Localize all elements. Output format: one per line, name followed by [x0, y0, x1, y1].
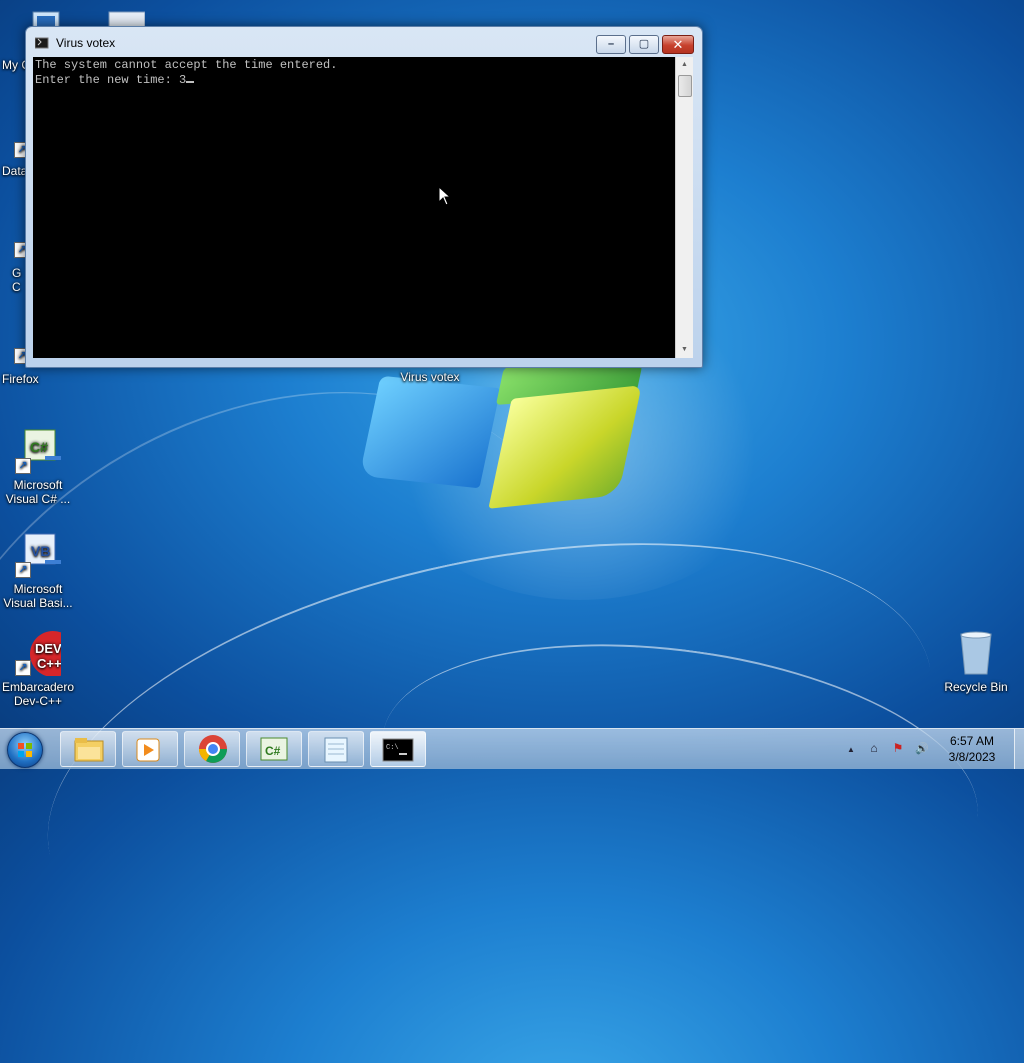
dev-cpp-icon: DEV C++ ↗	[15, 630, 76, 677]
visual-csharp-icon: C# ↗	[15, 428, 61, 474]
taskbar-notepad-button[interactable]	[308, 731, 364, 767]
clock-date: 3/8/2023	[948, 750, 996, 764]
console-window[interactable]: Virus votex – ▢ ✕ The system cannot acce…	[25, 26, 703, 368]
chevron-up-icon: ▲	[847, 745, 855, 754]
taskbar-media-player-button[interactable]	[122, 731, 178, 767]
recycle-bin-icon	[953, 630, 999, 676]
console-output[interactable]: The system cannot accept the time entere…	[33, 57, 675, 358]
show-desktop-button[interactable]	[1014, 729, 1024, 769]
desktop-icon-visual-basic[interactable]: VB ↗ Microsoft Visual Basi...	[0, 532, 76, 610]
desktop-icon-label: Firefox	[2, 372, 39, 386]
volume-icon[interactable]: 🔊	[914, 741, 930, 757]
network-glyph: ⌂	[870, 741, 878, 755]
scroll-up-icon: ▲	[681, 61, 688, 68]
window-title: Virus votex	[56, 36, 116, 50]
vertical-scrollbar[interactable]: ▲ ▼	[675, 57, 693, 358]
start-button[interactable]	[5, 731, 45, 768]
windows-start-icon	[7, 732, 43, 768]
console-input[interactable]: 3	[179, 73, 186, 87]
taskbar-visual-csharp-button[interactable]: C#	[246, 731, 302, 767]
svg-text:C#: C#	[265, 744, 281, 758]
windows-logo	[359, 357, 650, 532]
text-cursor	[186, 71, 195, 83]
minimize-button[interactable]: –	[596, 35, 626, 54]
flag-glyph: ⚑	[892, 741, 904, 755]
desktop-icon-label: Virus votex	[400, 370, 460, 384]
network-icon[interactable]: ⌂	[866, 741, 882, 757]
maximize-button[interactable]: ▢	[629, 35, 659, 54]
clock-time: 6:57 AM	[949, 734, 995, 748]
notepad-icon	[324, 737, 348, 763]
console-prompt: Enter the new time:	[35, 73, 180, 87]
speaker-glyph: 🔊	[915, 743, 929, 755]
svg-text:C#: C#	[30, 439, 48, 455]
taskbar-chrome-button[interactable]	[184, 731, 240, 767]
close-icon: ✕	[672, 37, 684, 52]
show-hidden-icons-button[interactable]: ▲	[843, 741, 859, 757]
desktop-icon-visual-csharp[interactable]: C# ↗ Microsoft Visual C# ...	[0, 428, 76, 506]
desktop-icon-label: Microsoft Visual C# ...	[5, 478, 71, 506]
desktop-icon-label: Microsoft Visual Basi...	[3, 582, 73, 610]
close-button[interactable]: ✕	[662, 35, 694, 54]
scroll-up-button[interactable]: ▲	[676, 57, 693, 73]
mouse-pointer-icon	[438, 185, 452, 206]
desktop-icon-label: Recycle Bin	[944, 680, 1008, 694]
desktop-icon-recycle-bin[interactable]: Recycle Bin	[938, 630, 1014, 694]
desktop-icon-label: Data	[2, 164, 28, 178]
desktop-icon-dev-cpp[interactable]: DEV C++ ↗ Embarcadero Dev-C++	[0, 630, 76, 708]
windows-explorer-icon	[74, 738, 104, 762]
command-prompt-icon: C:\	[382, 738, 414, 762]
svg-text:VB: VB	[31, 543, 50, 559]
svg-text:C++: C++	[37, 656, 61, 671]
desktop-icon-label: Embarcadero Dev-C++	[1, 680, 75, 708]
media-player-icon	[136, 738, 160, 762]
taskbar: C# C:\ ▲ ⌂ ⚑ 🔊 6:57 AM 3/8/2023	[0, 728, 1024, 769]
visual-csharp-icon: C#	[260, 737, 288, 761]
desktop-icon-virus-votex[interactable]: Virus votex	[390, 370, 470, 384]
taskbar-command-prompt-button[interactable]: C:\	[370, 731, 426, 767]
console-prompt-line: Enter the new time: 3	[35, 71, 673, 86]
system-clock[interactable]: 6:57 AM 3/8/2023	[930, 733, 1014, 765]
action-center-icon[interactable]: ⚑	[890, 741, 906, 757]
scroll-down-icon: ▼	[681, 346, 688, 353]
app-icon	[34, 36, 50, 49]
minimize-icon: –	[607, 38, 615, 50]
desktop-icon-label: G C	[12, 266, 22, 294]
console-line: The system cannot accept the time entere…	[35, 58, 338, 72]
maximize-icon: ▢	[638, 38, 650, 50]
visual-basic-icon: VB ↗	[15, 532, 61, 578]
window-titlebar[interactable]: Virus votex – ▢ ✕	[26, 27, 702, 57]
taskbar-explorer-button[interactable]	[60, 731, 116, 767]
scrollbar-thumb[interactable]	[678, 75, 692, 97]
svg-text:C:\: C:\	[386, 744, 399, 752]
scroll-down-button[interactable]: ▼	[676, 342, 693, 358]
svg-text:DEV: DEV	[35, 641, 61, 656]
chrome-icon	[199, 735, 227, 763]
